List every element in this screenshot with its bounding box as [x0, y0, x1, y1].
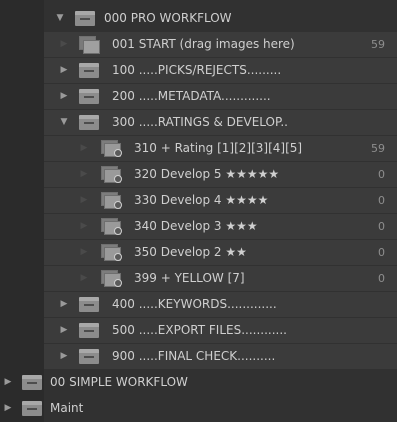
tree-row-310-rating[interactable]: ▶ 310 + Rating [1][2][3][4][5] 59 — [44, 136, 397, 161]
smart-collection-icon — [101, 166, 123, 183]
disclosure-triangle-collapsed-icon[interactable]: ▶ — [77, 136, 91, 161]
disclosure-triangle-collapsed-icon[interactable]: ▶ — [1, 396, 15, 421]
tree-row-label: 200 .....METADATA............. — [112, 89, 271, 103]
tree-row-340-develop-3[interactable]: ▶ 340 Develop 3 ★★★ 0 — [44, 214, 397, 239]
tree-row-000-pro-workflow[interactable]: ▼ 000 PRO WORKFLOW — [0, 6, 397, 31]
disclosure-triangle-collapsed-icon[interactable]: ▶ — [77, 240, 91, 265]
tree-row-maint[interactable]: ▶ Maint — [0, 396, 397, 421]
disclosure-triangle-expanded-icon[interactable]: ▼ — [57, 110, 71, 135]
tree-row-350-develop-2[interactable]: ▶ 350 Develop 2 ★★ 0 — [44, 240, 397, 265]
tree-row-label: 340 Develop 3 ★★★ — [134, 219, 258, 233]
smart-collection-icon — [101, 218, 123, 235]
tree-row-label: 100 .....PICKS/REJECTS......... — [112, 63, 282, 77]
tree-row-001-start[interactable]: ▶ 001 START (drag images here) 59 — [44, 32, 397, 57]
tree-row-399-yellow[interactable]: ▶ 399 + YELLOW [7] 0 — [44, 266, 397, 291]
collection-set-icon — [79, 63, 99, 78]
collections-panel: ▼ 000 PRO WORKFLOW ▶ 001 START (drag ima… — [0, 0, 397, 422]
tree-row-label: 310 + Rating [1][2][3][4][5] — [134, 141, 303, 155]
tree-row-count: 0 — [378, 194, 385, 207]
tree-row-00-simple-workflow[interactable]: ▶ 00 SIMPLE WORKFLOW — [0, 370, 397, 395]
tree-row-320-develop-5[interactable]: ▶ 320 Develop 5 ★★★★★ 0 — [44, 162, 397, 187]
tree-row-label: 900 .....FINAL CHECK.......... — [112, 349, 276, 363]
disclosure-triangle-collapsed-icon[interactable]: ▶ — [77, 162, 91, 187]
disclosure-triangle-collapsed-icon[interactable]: ▶ — [1, 370, 15, 395]
tree-row-count: 59 — [371, 38, 385, 51]
tree-row-330-develop-4[interactable]: ▶ 330 Develop 4 ★★★★ 0 — [44, 188, 397, 213]
tree-row-count: 0 — [378, 272, 385, 285]
tree-row-count: 59 — [371, 142, 385, 155]
disclosure-triangle-collapsed-icon[interactable]: ▶ — [57, 32, 71, 57]
tree-row-label: 001 START (drag images here) — [112, 37, 295, 51]
disclosure-triangle-collapsed-icon[interactable]: ▶ — [57, 84, 71, 109]
smart-collection-icon — [101, 270, 123, 287]
tree-row-label: 399 + YELLOW [7] — [134, 271, 245, 285]
tree-row-label: 350 Develop 2 ★★ — [134, 245, 247, 259]
tree-row-label: 00 SIMPLE WORKFLOW — [50, 375, 188, 389]
tree-row-count: 0 — [378, 168, 385, 181]
collection-set-icon — [79, 323, 99, 338]
tree-row-900-final[interactable]: ▶ 900 .....FINAL CHECK.......... — [44, 344, 397, 369]
tree-row-100-picks[interactable]: ▶ 100 .....PICKS/REJECTS......... — [44, 58, 397, 83]
tree-row-label: 000 PRO WORKFLOW — [104, 11, 232, 25]
tree-row-count: 0 — [378, 246, 385, 259]
smart-collection-icon — [101, 140, 123, 157]
collection-set-icon — [79, 89, 99, 104]
tree-row-label: 320 Develop 5 ★★★★★ — [134, 167, 280, 181]
collection-set-icon — [79, 349, 99, 364]
collection-icon — [79, 36, 100, 54]
disclosure-triangle-collapsed-icon[interactable]: ▶ — [57, 344, 71, 369]
collection-set-icon — [22, 401, 42, 416]
tree-row-500-export[interactable]: ▶ 500 .....EXPORT FILES............ — [44, 318, 397, 343]
disclosure-triangle-collapsed-icon[interactable]: ▶ — [57, 292, 71, 317]
disclosure-triangle-collapsed-icon[interactable]: ▶ — [57, 318, 71, 343]
tree-row-count: 0 — [378, 220, 385, 233]
disclosure-triangle-expanded-icon[interactable]: ▼ — [53, 6, 67, 31]
collection-set-icon — [75, 11, 95, 26]
tree-row-label: 400 .....KEYWORDS............. — [112, 297, 277, 311]
tree-row-300-ratings[interactable]: ▼ 300 .....RATINGS & DEVELOP.. — [44, 110, 397, 135]
panel-gutter — [0, 0, 44, 422]
collection-set-icon — [22, 375, 42, 390]
disclosure-triangle-collapsed-icon[interactable]: ▶ — [77, 214, 91, 239]
tree-row-400-keywords[interactable]: ▶ 400 .....KEYWORDS............. — [44, 292, 397, 317]
disclosure-triangle-collapsed-icon[interactable]: ▶ — [77, 188, 91, 213]
collection-set-icon — [79, 297, 99, 312]
tree-row-200-metadata[interactable]: ▶ 200 .....METADATA............. — [44, 84, 397, 109]
smart-collection-icon — [101, 244, 123, 261]
smart-collection-icon — [101, 192, 123, 209]
disclosure-triangle-collapsed-icon[interactable]: ▶ — [77, 266, 91, 291]
collection-set-icon — [79, 115, 99, 130]
disclosure-triangle-collapsed-icon[interactable]: ▶ — [57, 58, 71, 83]
tree-row-label: Maint — [50, 401, 84, 415]
tree-row-label: 500 .....EXPORT FILES............ — [112, 323, 287, 337]
tree-row-label: 330 Develop 4 ★★★★ — [134, 193, 269, 207]
tree-row-label: 300 .....RATINGS & DEVELOP.. — [112, 115, 288, 129]
